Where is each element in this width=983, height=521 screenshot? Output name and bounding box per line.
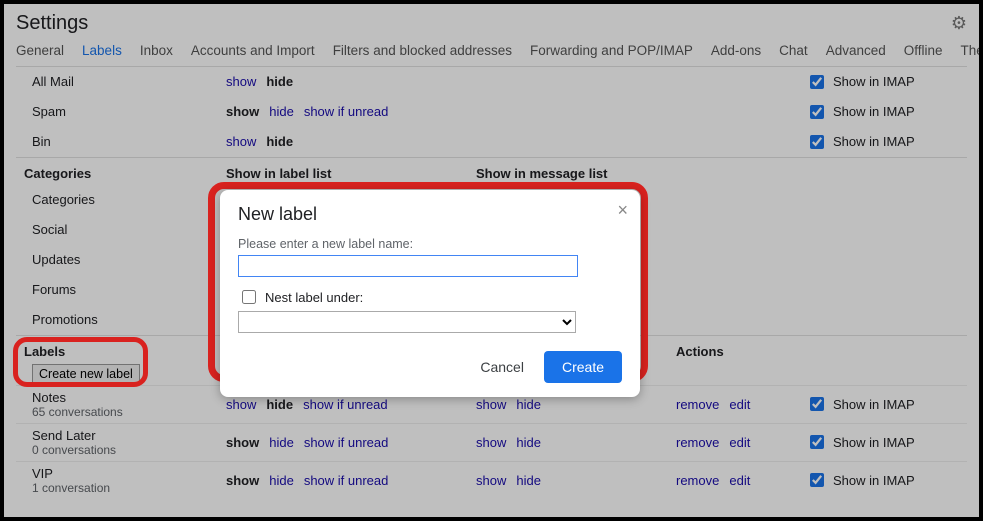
show-if-unread-toggle[interactable]: show if unread [304, 104, 389, 119]
col-header-labellist: Show in label list [226, 166, 476, 181]
actions-header: Actions [676, 344, 806, 359]
tab-filters-and-blocked-addresses[interactable]: Filters and blocked addresses [333, 43, 512, 58]
hide-toggle[interactable]: hide [266, 74, 293, 89]
ml-show-toggle[interactable]: show [476, 435, 506, 450]
tab-forwarding-and-pop-imap[interactable]: Forwarding and POP/IMAP [530, 43, 693, 58]
user-label-name: VIP [32, 466, 226, 481]
ml-show-toggle[interactable]: show [476, 473, 506, 488]
edit-action[interactable]: edit [729, 473, 750, 488]
system-label-name: All Mail [16, 74, 226, 89]
page-title: Settings [16, 12, 88, 35]
ml-show-toggle[interactable]: show [476, 397, 506, 412]
user-label-name: Send Later [32, 428, 226, 443]
category-name: Forums [16, 282, 226, 297]
show-toggle[interactable]: show [226, 74, 256, 89]
imap-checkbox[interactable] [810, 397, 824, 411]
hide-toggle[interactable]: hide [266, 397, 293, 412]
category-name: Categories [16, 192, 226, 207]
user-label-sub: 1 conversation [32, 481, 226, 495]
create-button[interactable]: Create [544, 351, 622, 383]
imap-checkbox[interactable] [810, 473, 824, 487]
imap-label: Show in IMAP [833, 104, 915, 119]
new-label-dialog: × New label Please enter a new label nam… [220, 190, 640, 397]
imap-label: Show in IMAP [833, 435, 915, 450]
label-name-input[interactable] [238, 255, 578, 277]
category-name: Promotions [16, 312, 226, 327]
nest-parent-select[interactable] [238, 311, 576, 333]
system-label-name: Bin [16, 134, 226, 149]
imap-checkbox[interactable] [810, 75, 824, 89]
show-toggle[interactable]: show [226, 134, 256, 149]
show-toggle[interactable]: show [226, 435, 259, 450]
settings-tabs: General Labels Inbox Accounts and Import Fil… [16, 43, 967, 67]
hide-toggle[interactable]: hide [269, 104, 294, 119]
close-icon[interactable]: × [617, 200, 628, 221]
tab-advanced[interactable]: Advanced [826, 43, 886, 58]
tab-inbox[interactable]: Inbox [140, 43, 173, 58]
remove-action[interactable]: remove [676, 473, 719, 488]
tab-chat[interactable]: Chat [779, 43, 808, 58]
hide-toggle[interactable]: hide [269, 473, 294, 488]
system-label-name: Spam [16, 104, 226, 119]
dialog-title: New label [238, 204, 622, 225]
remove-action[interactable]: remove [676, 397, 719, 412]
tab-accounts-and-import[interactable]: Accounts and Import [191, 43, 315, 58]
create-new-label-button[interactable]: Create new label [32, 364, 140, 384]
imap-label: Show in IMAP [833, 74, 915, 89]
tab-add-ons[interactable]: Add-ons [711, 43, 761, 58]
show-if-unread-toggle[interactable]: show if unread [304, 435, 389, 450]
tab-themes[interactable]: Themes [961, 43, 979, 58]
gear-icon[interactable]: ⚙ [951, 13, 967, 34]
nest-label-text: Nest label under: [265, 290, 363, 305]
ml-hide-toggle[interactable]: hide [516, 435, 541, 450]
imap-label: Show in IMAP [833, 134, 915, 149]
col-header-msglist: Show in message list [476, 166, 676, 181]
hide-toggle[interactable]: hide [266, 134, 293, 149]
tab-labels[interactable]: Labels [82, 43, 122, 58]
labels-heading: Labels [16, 344, 226, 359]
edit-action[interactable]: edit [729, 397, 750, 412]
imap-checkbox[interactable] [810, 435, 824, 449]
tab-general[interactable]: General [16, 43, 64, 58]
show-if-unread-toggle[interactable]: show if unread [304, 473, 389, 488]
cancel-button[interactable]: Cancel [474, 358, 530, 376]
user-label-name: Notes [32, 390, 226, 405]
show-toggle[interactable]: show [226, 397, 256, 412]
ml-hide-toggle[interactable]: hide [516, 397, 541, 412]
remove-action[interactable]: remove [676, 435, 719, 450]
user-label-sub: 0 conversations [32, 443, 226, 457]
imap-checkbox[interactable] [810, 135, 824, 149]
nest-label-checkbox[interactable] [242, 290, 256, 304]
ml-hide-toggle[interactable]: hide [516, 473, 541, 488]
categories-heading: Categories [16, 166, 226, 181]
show-toggle[interactable]: show [226, 473, 259, 488]
category-name: Updates [16, 252, 226, 267]
show-toggle[interactable]: show [226, 104, 259, 119]
show-if-unread-toggle[interactable]: show if unread [303, 397, 388, 412]
dialog-prompt: Please enter a new label name: [238, 237, 622, 251]
imap-checkbox[interactable] [810, 105, 824, 119]
category-name: Social [16, 222, 226, 237]
imap-label: Show in IMAP [833, 397, 915, 412]
tab-offline[interactable]: Offline [904, 43, 943, 58]
edit-action[interactable]: edit [729, 435, 750, 450]
hide-toggle[interactable]: hide [269, 435, 294, 450]
imap-label: Show in IMAP [833, 473, 915, 488]
user-label-sub: 65 conversations [32, 405, 226, 419]
